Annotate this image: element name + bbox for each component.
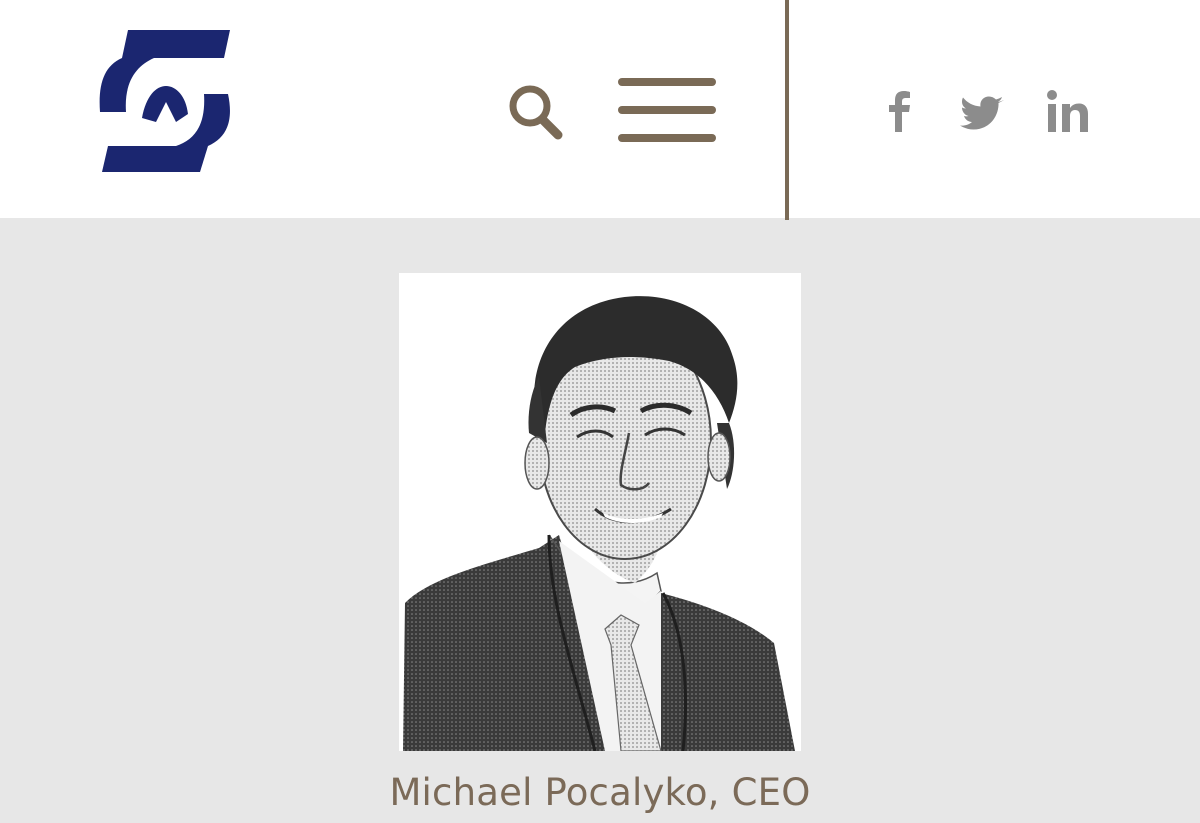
facebook-icon	[889, 91, 910, 132]
search-button[interactable]	[504, 80, 568, 144]
search-icon	[509, 85, 563, 140]
ceo-portrait-photo	[399, 273, 801, 751]
portrait-caption: Michael Pocalyko, CEO	[389, 771, 811, 814]
facebook-link[interactable]	[884, 86, 918, 138]
twitter-link[interactable]	[960, 86, 1006, 138]
site-header	[0, 0, 1200, 220]
company-logo[interactable]	[96, 26, 236, 176]
twitter-icon	[960, 96, 1004, 130]
linkedin-link[interactable]	[1044, 86, 1092, 138]
menu-button[interactable]	[616, 76, 720, 144]
portrait-image	[399, 273, 801, 751]
company-s-logo-icon	[99, 30, 230, 172]
header-divider	[785, 0, 789, 220]
linkedin-icon	[1047, 90, 1088, 132]
